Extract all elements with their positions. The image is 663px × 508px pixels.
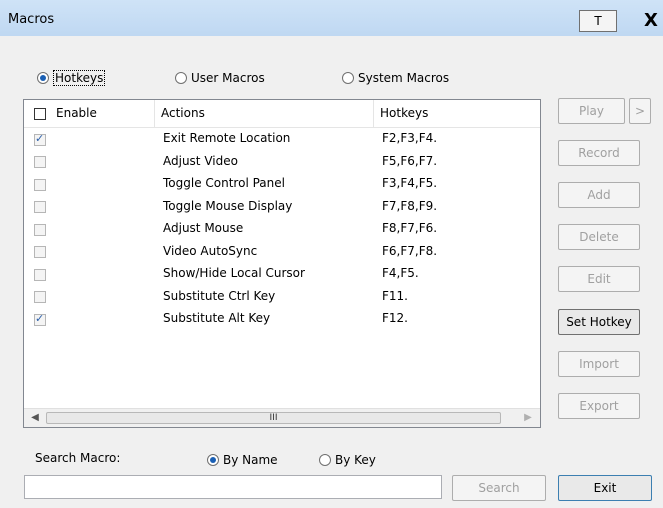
row-enable-checkbox[interactable] — [34, 246, 46, 258]
radio-system-macros[interactable]: System Macros — [342, 69, 449, 87]
search-label: Search Macro: — [35, 451, 121, 465]
add-button[interactable]: Add — [558, 182, 640, 208]
row-enable-cell[interactable] — [34, 177, 46, 191]
pin-button[interactable]: T — [579, 10, 617, 32]
macro-list[interactable]: Enable Actions Hotkeys Exit Remote Locat… — [23, 99, 541, 428]
table-row[interactable]: Video AutoSync F6,F7,F8. — [24, 241, 540, 264]
search-button[interactable]: Search — [452, 475, 546, 501]
row-enable-cell[interactable] — [34, 155, 46, 169]
row-action-label: Toggle Control Panel — [163, 176, 285, 190]
row-enable-cell[interactable] — [34, 290, 46, 304]
row-hotkeys-label: F4,F5. — [382, 266, 419, 280]
window-title: Macros — [8, 12, 55, 27]
row-action-label: Show/Hide Local Cursor — [163, 266, 305, 280]
column-header-hotkeys[interactable]: Hotkeys — [374, 100, 540, 127]
column-header-enable[interactable]: Enable — [24, 100, 155, 127]
search-input[interactable] — [24, 475, 442, 499]
row-enable-checkbox[interactable] — [34, 156, 46, 168]
radio-user-macros-indicator[interactable] — [175, 72, 187, 84]
row-enable-checkbox[interactable] — [34, 268, 46, 281]
radio-user-macros[interactable]: User Macros — [175, 69, 265, 87]
scroll-left-icon[interactable]: ◀ — [28, 411, 42, 425]
row-hotkeys-label: F3,F4,F5. — [382, 176, 438, 190]
select-all-checkbox[interactable] — [34, 107, 46, 120]
table-row[interactable]: Substitute Ctrl Key F11. — [24, 286, 540, 309]
radio-by-key-indicator[interactable] — [319, 454, 331, 466]
row-hotkeys-label: F7,F8,F9. — [382, 198, 438, 213]
import-button[interactable]: Import — [558, 351, 640, 377]
row-enable-cell[interactable] — [34, 312, 46, 326]
delete-button[interactable]: Delete — [558, 224, 640, 250]
close-button[interactable]: X — [640, 10, 662, 32]
scroll-thumb[interactable]: III — [46, 412, 501, 424]
radio-by-key-label[interactable]: By Key — [335, 453, 376, 467]
row-enable-cell[interactable] — [34, 267, 46, 281]
row-hotkeys-label: F11. — [382, 288, 408, 303]
scroll-right-icon[interactable]: ▶ — [521, 411, 535, 425]
row-hotkeys-label: F5,F6,F7. — [382, 153, 438, 168]
row-enable-checkbox[interactable] — [34, 201, 46, 213]
set-hotkey-button[interactable]: Set Hotkey — [558, 309, 640, 335]
table-row[interactable]: Toggle Mouse Display F7,F8,F9. — [24, 196, 540, 219]
radio-by-name[interactable]: By Name — [207, 451, 278, 469]
row-action-label: Adjust Video — [163, 153, 238, 168]
row-action-label: Exit Remote Location — [163, 131, 291, 145]
enable-header-label: Enable — [56, 106, 97, 120]
table-row[interactable]: Adjust Mouse F8,F7,F6. — [24, 218, 540, 241]
horizontal-scrollbar[interactable]: ◀ III ▶ — [24, 408, 540, 427]
table-row[interactable]: Adjust Video F5,F6,F7. — [24, 151, 540, 174]
row-enable-checkbox[interactable] — [34, 223, 46, 236]
column-header-actions[interactable]: Actions — [155, 100, 374, 127]
row-enable-cell[interactable] — [34, 200, 46, 214]
row-enable-checkbox[interactable] — [34, 132, 46, 146]
play-button[interactable]: Play — [558, 98, 625, 124]
table-row[interactable]: Toggle Control Panel F3,F4,F5. — [24, 173, 540, 196]
title-bar: Macros T X — [0, 0, 663, 36]
row-hotkeys-label: F12. — [382, 311, 408, 325]
radio-hotkeys[interactable]: Hotkeys — [37, 69, 106, 87]
radio-system-macros-indicator[interactable] — [342, 72, 354, 84]
row-enable-cell[interactable] — [34, 222, 46, 236]
row-hotkeys-label: F6,F7,F8. — [382, 243, 438, 258]
record-button[interactable]: Record — [558, 140, 640, 166]
list-header: Enable Actions Hotkeys — [24, 100, 540, 128]
export-button[interactable]: Export — [558, 393, 640, 419]
table-row[interactable]: Show/Hide Local Cursor F4,F5. — [24, 263, 540, 286]
row-hotkeys-label: F8,F7,F6. — [382, 221, 438, 235]
exit-button[interactable]: Exit — [558, 475, 652, 501]
radio-by-key[interactable]: By Key — [319, 451, 376, 469]
radio-system-macros-label[interactable]: System Macros — [358, 71, 449, 85]
row-enable-checkbox[interactable] — [34, 312, 46, 326]
radio-hotkeys-indicator[interactable] — [37, 72, 49, 84]
radio-by-name-indicator[interactable] — [207, 454, 219, 466]
row-enable-checkbox[interactable] — [34, 178, 46, 191]
table-row[interactable]: Exit Remote Location F2,F3,F4. — [24, 128, 540, 151]
row-enable-cell[interactable] — [34, 132, 46, 146]
row-action-label: Adjust Mouse — [163, 221, 244, 235]
radio-hotkeys-label[interactable]: Hotkeys — [53, 70, 106, 86]
row-hotkeys-label: F2,F3,F4. — [382, 131, 438, 145]
radio-user-macros-label[interactable]: User Macros — [191, 71, 265, 85]
row-action-label: Toggle Mouse Display — [163, 198, 293, 213]
table-row[interactable]: Substitute Alt Key F12. — [24, 308, 540, 331]
play-more-button[interactable]: > — [629, 98, 651, 124]
row-action-label: Video AutoSync — [163, 243, 258, 258]
radio-by-name-label[interactable]: By Name — [223, 453, 278, 467]
row-action-label: Substitute Alt Key — [163, 311, 271, 325]
edit-button[interactable]: Edit — [558, 266, 640, 292]
row-enable-checkbox[interactable] — [34, 291, 46, 303]
row-action-label: Substitute Ctrl Key — [163, 288, 276, 303]
row-enable-cell[interactable] — [34, 245, 46, 259]
